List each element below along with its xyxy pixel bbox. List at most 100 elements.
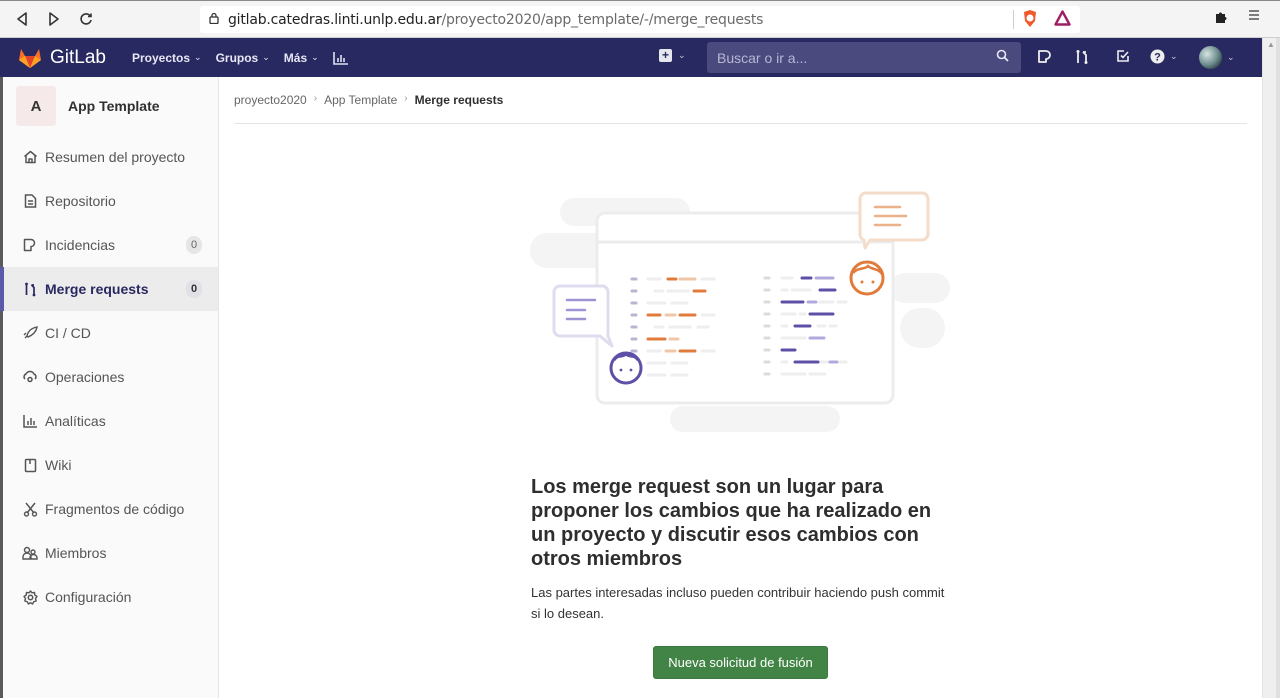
- sidebar-item-label: Resumen del proyecto: [45, 149, 186, 165]
- breadcrumb-group-link[interactable]: proyecto2020: [234, 93, 307, 107]
- scrollbar-edge: [1276, 38, 1280, 698]
- new-item-dropdown[interactable]: + ⌄: [659, 49, 686, 62]
- project-name: App Template: [68, 98, 160, 114]
- chevron-down-icon: ⌄: [311, 52, 319, 62]
- svg-text:?: ?: [1154, 52, 1161, 64]
- back-icon: [17, 12, 27, 26]
- reload-button[interactable]: [70, 5, 102, 33]
- chevron-down-icon: ⌄: [678, 50, 686, 60]
- breadcrumb: proyecto2020 › App Template › Merge requ…: [234, 86, 1247, 124]
- forward-button[interactable]: [38, 5, 70, 33]
- url-host: gitlab.catedras.linti.unlp.edu.ar: [228, 11, 442, 28]
- nav-groups-dropdown[interactable]: Grupos ⌄: [216, 51, 270, 65]
- gitlab-tanuki-icon: [19, 48, 41, 68]
- merge-request-icon: [21, 280, 39, 298]
- user-avatar: [1199, 46, 1222, 69]
- top-nav: Proyectos ⌄ Grupos ⌄ Más ⌄: [132, 51, 363, 65]
- orange-comment-bubble-icon: [858, 191, 930, 250]
- chevron-down-icon: ⌄: [1170, 51, 1178, 61]
- reload-icon: [80, 13, 92, 25]
- chart-icon: [332, 51, 348, 65]
- sidebar-item-wiki[interactable]: Wiki: [3, 443, 218, 487]
- gitlab-header: GitLab Proyectos⌄ Grupos⌄ Más⌄ +⌄ ? ⌄: [0, 38, 1262, 77]
- sidebar-item-operations[interactable]: Operaciones: [3, 355, 218, 399]
- chevron-down-icon: ⌄: [194, 52, 202, 62]
- home-icon: [21, 148, 39, 166]
- snippet-scissors-icon: [21, 500, 39, 518]
- merge-requests-empty-illustration: [530, 191, 950, 432]
- search-icon: [996, 49, 1009, 67]
- rocket-icon: [21, 324, 39, 342]
- nav-projects-label: Proyectos: [131, 50, 191, 65]
- sidebar-item-label: Configuración: [45, 589, 132, 605]
- cloud-gear-icon: [21, 368, 39, 386]
- activity-chart-link[interactable]: [332, 51, 349, 65]
- orange-user-avatar-icon: [849, 260, 885, 296]
- nav-more-label: Más: [283, 50, 308, 65]
- sidebar-item-merge-requests[interactable]: Merge requests 0: [0, 267, 218, 311]
- merge-requests-count-badge: 0: [186, 280, 202, 298]
- breadcrumb-project-link[interactable]: App Template: [324, 93, 397, 107]
- gitlab-logo-link[interactable]: GitLab: [18, 47, 106, 69]
- address-bar[interactable]: gitlab.catedras.linti.unlp.edu.ar/proyec…: [200, 6, 1080, 33]
- sidebar-item-label: Miembros: [45, 545, 107, 561]
- purple-user-avatar-icon: [609, 351, 643, 385]
- users-icon: [21, 544, 39, 562]
- sidebar-item-label: Merge requests: [45, 281, 149, 297]
- help-dropdown[interactable]: ? ⌄: [1150, 49, 1178, 64]
- menu-icon[interactable]: [1248, 8, 1260, 26]
- book-icon: [21, 456, 39, 474]
- nav-more-dropdown[interactable]: Más ⌄: [284, 51, 319, 65]
- issues-icon[interactable]: [1037, 49, 1052, 67]
- back-button[interactable]: [6, 5, 38, 33]
- sidebar-item-analytics[interactable]: Analíticas: [3, 399, 218, 443]
- breadcrumb-current: Merge requests: [414, 93, 504, 107]
- empty-state-title: Los merge request son un lugar para prop…: [531, 476, 932, 570]
- page-scrollbar[interactable]: ▲: [1262, 38, 1280, 698]
- sidebar-item-issues[interactable]: Incidencias 0: [3, 223, 218, 267]
- browser-toolbar: gitlab.catedras.linti.unlp.edu.ar/proyec…: [0, 0, 1280, 38]
- brave-rewards-icon[interactable]: [1054, 10, 1071, 30]
- user-menu-dropdown[interactable]: ⌄: [1199, 46, 1235, 69]
- sidebar-item-ci-cd[interactable]: CI / CD: [3, 311, 218, 355]
- sidebar-item-label: CI / CD: [45, 325, 91, 341]
- forward-icon: [49, 12, 59, 26]
- sidebar-item-label: Repositorio: [45, 193, 116, 209]
- help-icon: ?: [1150, 49, 1165, 64]
- issues-count-badge: 0: [186, 236, 202, 254]
- sidebar-item-project-overview[interactable]: Resumen del proyecto: [3, 135, 218, 179]
- sidebar-item-repository[interactable]: Repositorio: [3, 179, 218, 223]
- gear-icon: [21, 588, 39, 606]
- gitlab-wordmark: GitLab: [50, 46, 106, 68]
- url-path: /proyecto2020/app_template/-/merge_reque…: [441, 11, 764, 28]
- repository-icon: [21, 192, 39, 210]
- extensions-icon[interactable]: [1213, 10, 1228, 29]
- search-box[interactable]: [707, 42, 1021, 73]
- editor-window: [595, 211, 895, 405]
- sidebar-item-settings[interactable]: Configuración: [3, 575, 218, 619]
- sidebar-item-label: Analíticas: [45, 413, 106, 429]
- chevron-down-icon: ⌄: [1227, 52, 1235, 62]
- todo-checkbox-icon[interactable]: [1116, 49, 1130, 66]
- sidebar-item-label: Wiki: [45, 457, 72, 473]
- project-header-link[interactable]: A App Template: [3, 77, 218, 135]
- nav-projects-dropdown[interactable]: Proyectos ⌄: [132, 51, 202, 65]
- search-input[interactable]: [707, 49, 987, 66]
- project-avatar: A: [16, 86, 56, 126]
- brave-shield-icon[interactable]: [1022, 9, 1038, 32]
- nav-groups-label: Grupos: [215, 50, 259, 65]
- breadcrumb-chevron-icon: ›: [404, 93, 408, 104]
- new-merge-request-button[interactable]: Nueva solicitud de fusión: [653, 646, 828, 679]
- sidebar-item-members[interactable]: Miembros: [3, 531, 218, 575]
- empty-state-description: Las partes interesadas incluso pueden co…: [531, 585, 945, 621]
- issues-icon: [21, 236, 39, 254]
- plus-square-icon: +: [659, 49, 672, 62]
- sidebar-item-label: Incidencias: [45, 237, 116, 253]
- sidebar-item-label: Operaciones: [45, 369, 125, 385]
- merge-request-icon[interactable]: [1074, 49, 1090, 68]
- sidebar-item-snippets[interactable]: Fragmentos de código: [3, 487, 218, 531]
- breadcrumb-chevron-icon: ›: [313, 93, 318, 104]
- scroll-up-arrow-icon[interactable]: ▲: [1267, 40, 1275, 49]
- project-sidebar: A App Template Resumen del proyecto Repo…: [0, 77, 219, 698]
- chevron-down-icon: ⌄: [262, 52, 270, 62]
